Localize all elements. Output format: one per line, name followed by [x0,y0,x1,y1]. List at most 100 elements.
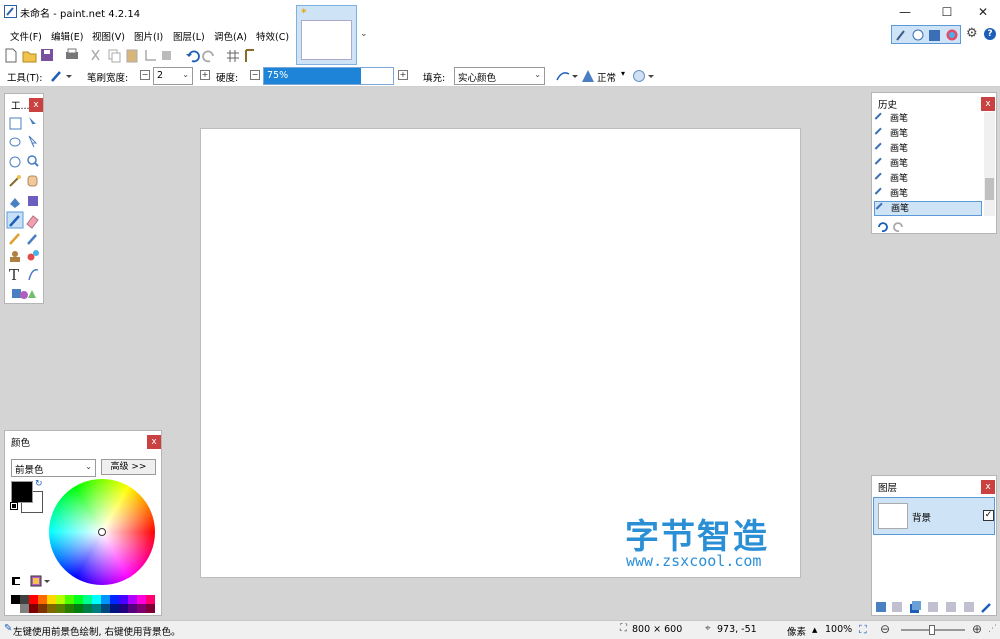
settings-gear-icon[interactable]: ⚙ [966,26,978,41]
palette-swatch[interactable] [20,595,29,604]
units-select[interactable]: 像素 [787,624,806,638]
resize-grip-icon[interactable]: ⋰ [988,624,997,634]
palette-swatch[interactable] [29,604,38,613]
palette-swatch[interactable] [101,595,110,604]
menu-file[interactable]: 文件(F) [10,29,42,43]
palette-swatch[interactable] [110,604,119,613]
fill-mode-select[interactable]: 实心颜色 ⌄ [454,67,545,85]
blend-mode-chevron-icon[interactable]: ▾ [621,69,625,78]
color-palette[interactable] [11,595,155,613]
menu-view[interactable]: 视图(V) [92,29,125,43]
antialiasing-icon[interactable] [555,69,579,86]
menu-image[interactable]: 图片(I) [134,29,163,43]
units-chevron-icon[interactable]: ▲ [812,626,817,634]
selection-mode-icon[interactable] [632,69,656,86]
menu-effects[interactable]: 特效(C) [256,29,289,43]
history-item[interactable]: 画笔 [874,172,982,187]
history-panel-title: 历史 [878,100,898,111]
brush-width-combo[interactable]: 2 ⌄ [153,67,193,85]
history-scrollbar-thumb[interactable] [985,178,994,200]
blend-mode-value[interactable]: 正常 [597,70,616,84]
palette-swatch[interactable] [74,595,83,604]
maximize-button[interactable]: ☐ [927,0,967,24]
palette-swatch[interactable] [11,604,20,613]
colors-panel-close-button[interactable]: x [147,435,161,449]
history-item-selected[interactable]: 画笔 [874,201,982,216]
history-item[interactable]: 画笔 [874,112,982,127]
reset-colors-icon[interactable] [10,502,18,510]
layer-visibility-checkbox[interactable]: ✓ [983,510,994,521]
palette-swatch[interactable] [119,595,128,604]
color-wheel-picker[interactable] [98,528,106,536]
minimize-button[interactable]: — [885,0,925,24]
swap-colors-icon[interactable]: ↻ [35,479,43,489]
palette-swatch[interactable] [101,604,110,613]
history-scrollbar[interactable] [984,112,995,216]
palette-swatch[interactable] [56,595,65,604]
palette-swatch[interactable] [92,595,101,604]
history-panel-close-button[interactable]: x [981,97,995,111]
palette-swatch[interactable] [38,604,47,613]
zoom-out-icon[interactable]: ⊖ [880,622,890,636]
zoom-slider-knob[interactable] [929,625,935,635]
palette-swatch[interactable] [74,604,83,613]
history-item[interactable]: 画笔 [874,127,982,142]
palette-swatch[interactable] [137,595,146,604]
palette-swatch[interactable] [146,604,155,613]
main-toolbar [0,45,1000,66]
palette-swatch[interactable] [11,595,20,604]
palette-swatch[interactable] [47,595,56,604]
palette-swatch[interactable] [29,595,38,604]
brush-width-increase-button[interactable]: + [200,70,210,80]
palette-swatch[interactable] [83,595,92,604]
history-item[interactable]: 画笔 [874,142,982,157]
history-item[interactable]: 画笔 [874,157,982,172]
palette-swatch[interactable] [92,604,101,613]
history-redo-icon [893,222,903,232]
history-item[interactable]: 画笔 [874,187,982,202]
document-tab[interactable]: ✶ [296,5,357,65]
palette-swatch[interactable] [128,595,137,604]
palette-swatch[interactable] [20,604,29,613]
undo-icon [186,50,200,63]
palette-swatch[interactable] [38,595,47,604]
brush-width-decrease-button[interactable]: − [140,70,150,80]
palette-swatch[interactable] [119,604,128,613]
color-wheel[interactable] [49,479,155,585]
palette-swatch[interactable] [65,595,74,604]
help-icon[interactable]: ? [984,28,996,40]
chevron-down-icon: ⌄ [182,70,189,79]
layer-row-background[interactable]: 背景 ✓ [873,497,995,535]
paintbrush-icon [874,142,888,156]
menu-adjustments[interactable]: 调色(A) [214,29,247,43]
current-tool-brush-icon[interactable] [50,69,72,86]
palette-swatch[interactable] [47,604,56,613]
zoom-slider[interactable] [901,625,965,635]
tab-dropdown-icon[interactable]: ⌄ [360,29,368,39]
layers-panel-close-button[interactable]: x [981,480,995,494]
palette-swatch[interactable] [110,595,119,604]
hardness-decrease-button[interactable]: − [250,70,260,80]
hardness-increase-button[interactable]: + [398,70,408,80]
primary-color-swatch[interactable] [11,481,33,503]
advanced-button[interactable]: 高级 >> [101,459,156,475]
palette-swatch[interactable] [83,604,92,613]
hardness-slider[interactable]: 75% [263,67,394,85]
drawing-canvas[interactable]: 字节智造 www.zsxcool.com [200,128,801,578]
zoom-to-window-icon[interactable]: ⛶ [859,623,867,637]
tools-panel-close-button[interactable]: x [29,98,43,112]
close-button[interactable]: ✕ [963,0,1000,24]
palette-swatch[interactable] [65,604,74,613]
color-mode-select[interactable]: 前景色 ⌄ [11,459,96,477]
palette-swatch[interactable] [128,604,137,613]
zoom-level[interactable]: 100% [825,624,852,635]
palette-menu-icon[interactable] [11,575,51,590]
brush-width-value: 2 [157,70,164,81]
menu-edit[interactable]: 编辑(E) [51,29,83,43]
palette-swatch[interactable] [137,604,146,613]
palette-swatch[interactable] [56,604,65,613]
blend-mode-icon[interactable] [580,69,596,86]
zoom-in-icon[interactable]: ⊕ [972,622,982,636]
palette-swatch[interactable] [146,595,155,604]
menu-layers[interactable]: 图层(L) [173,29,205,43]
